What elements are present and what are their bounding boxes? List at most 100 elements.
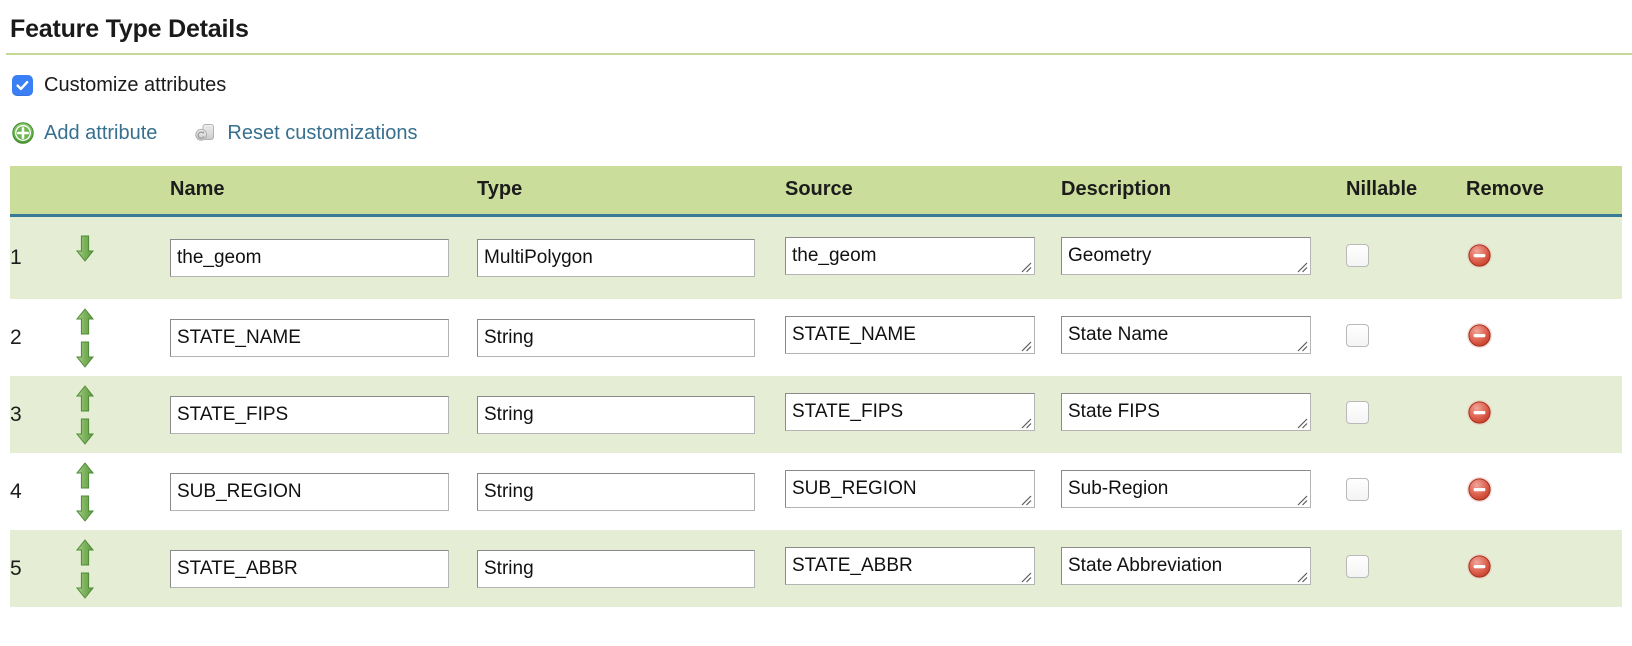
move-up-button[interactable] <box>74 538 96 568</box>
add-attribute-label: Add attribute <box>44 122 158 144</box>
row-remove-cell <box>1466 216 1622 300</box>
move-down-button[interactable] <box>74 339 96 369</box>
table-row: 4 SUB_REGION Sub-Region <box>10 453 1622 530</box>
row-name-cell <box>170 376 477 453</box>
row-nillable-cell <box>1346 216 1466 300</box>
row-move-controls <box>70 453 170 530</box>
attribute-description-textarea[interactable]: Geometry <box>1061 236 1311 275</box>
table-row: 5 STATE_ABBR State Abbreviation <box>10 530 1622 607</box>
attribute-name-input[interactable] <box>170 395 449 434</box>
move-down-button[interactable] <box>74 416 96 446</box>
attributes-table: Name Type Source Description Nillable Re… <box>10 166 1622 607</box>
remove-attribute-button[interactable] <box>1466 322 1493 349</box>
attribute-name-input[interactable] <box>170 472 449 511</box>
move-up-button[interactable] <box>74 384 96 414</box>
row-source-cell: STATE_NAME <box>785 299 1061 376</box>
row-move-controls <box>70 216 170 300</box>
customize-attributes-checkbox[interactable] <box>12 74 33 96</box>
table-header: Name Type Source Description Nillable Re… <box>10 166 1622 217</box>
attributes-table-container: Name Type Source Description Nillable Re… <box>10 166 1622 607</box>
table-row: 1 the_geom Geometry <box>10 215 1622 300</box>
attribute-type-input[interactable] <box>477 239 755 277</box>
header-source: Source <box>785 166 1061 217</box>
reset-customizations-label: Reset customizations <box>227 122 418 144</box>
header-type: Type <box>477 166 785 217</box>
row-description-cell: Geometry <box>1061 216 1346 300</box>
move-up-button[interactable] <box>74 461 96 491</box>
row-description-cell: State Abbreviation <box>1061 530 1346 607</box>
row-move-controls <box>70 376 170 453</box>
row-remove-cell <box>1466 376 1622 453</box>
row-nillable-cell <box>1346 299 1466 376</box>
attribute-description-textarea[interactable]: State FIPS <box>1061 393 1311 431</box>
attribute-type-input[interactable] <box>477 395 755 434</box>
row-nillable-cell <box>1346 453 1466 530</box>
remove-attribute-button[interactable] <box>1466 399 1493 426</box>
row-description-cell: State Name <box>1061 299 1346 376</box>
attribute-description-textarea[interactable]: State Name <box>1061 316 1311 354</box>
row-name-cell <box>170 530 477 607</box>
remove-attribute-button[interactable] <box>1466 553 1493 580</box>
nillable-checkbox[interactable] <box>1346 477 1369 501</box>
row-source-cell: SUB_REGION <box>785 453 1061 530</box>
attribute-type-input[interactable] <box>477 318 755 357</box>
row-remove-cell <box>1466 299 1622 376</box>
header-row: Name Type Source Description Nillable Re… <box>10 166 1622 217</box>
row-nillable-cell <box>1346 530 1466 607</box>
row-remove-cell <box>1466 453 1622 530</box>
table-row: 3 STATE_FIPS State FIPS <box>10 376 1622 453</box>
row-name-cell <box>170 299 477 376</box>
attribute-type-input[interactable] <box>477 549 755 588</box>
row-name-cell <box>170 453 477 530</box>
row-description-cell: State FIPS <box>1061 376 1346 453</box>
row-move-controls <box>70 299 170 376</box>
attribute-source-textarea[interactable]: the_geom <box>785 236 1035 275</box>
attribute-source-textarea[interactable]: STATE_NAME <box>785 316 1035 354</box>
move-down-button[interactable] <box>74 493 96 523</box>
row-index: 2 <box>10 325 22 349</box>
row-index: 5 <box>10 556 22 580</box>
row-source-cell: the_geom <box>785 216 1061 300</box>
header-move <box>70 166 170 217</box>
table-body: 1 the_geom Geometry 2 STATE_NAME State Name 3 S… <box>10 215 1622 607</box>
reset-customizations-button[interactable]: Reset customizations <box>193 121 418 145</box>
row-type-cell <box>477 376 785 453</box>
attribute-source-textarea[interactable]: STATE_FIPS <box>785 393 1035 431</box>
row-type-cell <box>477 530 785 607</box>
nillable-checkbox[interactable] <box>1346 323 1369 347</box>
row-type-cell <box>477 453 785 530</box>
move-down-button[interactable] <box>74 570 96 600</box>
move-up-button[interactable] <box>74 307 96 337</box>
attribute-description-textarea[interactable]: Sub-Region <box>1061 470 1311 508</box>
row-name-cell <box>170 216 477 300</box>
row-description-cell: Sub-Region <box>1061 453 1346 530</box>
customize-attributes-label: Customize attributes <box>44 74 227 96</box>
add-attribute-button[interactable]: Add attribute <box>12 121 157 145</box>
remove-attribute-button[interactable] <box>1466 476 1493 503</box>
page-title: Feature Type Details <box>10 15 249 43</box>
table-row: 2 STATE_NAME State Name <box>10 299 1622 376</box>
remove-attribute-button[interactable] <box>1466 242 1493 269</box>
row-move-controls <box>70 530 170 607</box>
header-nillable: Nillable <box>1346 166 1466 217</box>
row-source-cell: STATE_FIPS <box>785 376 1061 453</box>
attribute-name-input[interactable] <box>170 239 449 277</box>
attribute-source-textarea[interactable]: SUB_REGION <box>785 470 1035 508</box>
undo-arrow-icon <box>193 121 217 145</box>
row-index: 3 <box>10 402 22 426</box>
row-remove-cell <box>1466 530 1622 607</box>
row-index: 4 <box>10 479 22 503</box>
attribute-name-input[interactable] <box>170 549 449 588</box>
row-source-cell: STATE_ABBR <box>785 530 1061 607</box>
attribute-type-input[interactable] <box>477 472 755 511</box>
move-down-button[interactable] <box>74 233 96 263</box>
row-type-cell <box>477 216 785 300</box>
attribute-description-textarea[interactable]: State Abbreviation <box>1061 547 1311 585</box>
attribute-source-textarea[interactable]: STATE_ABBR <box>785 547 1035 585</box>
nillable-checkbox[interactable] <box>1346 554 1369 578</box>
attribute-name-input[interactable] <box>170 318 449 357</box>
row-type-cell <box>477 299 785 376</box>
row-nillable-cell <box>1346 376 1466 453</box>
nillable-checkbox[interactable] <box>1346 244 1369 267</box>
nillable-checkbox[interactable] <box>1346 400 1369 424</box>
